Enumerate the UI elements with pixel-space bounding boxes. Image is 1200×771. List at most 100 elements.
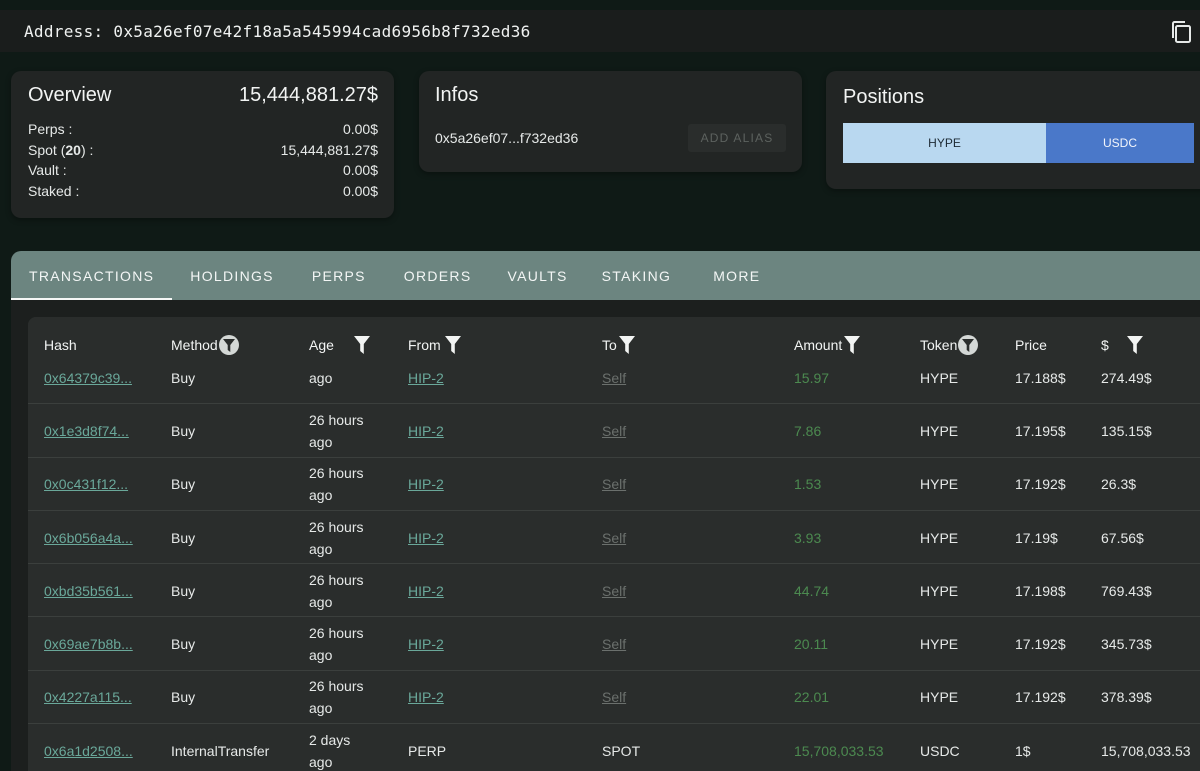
copy-icon[interactable] <box>1170 20 1192 44</box>
hash-link[interactable]: 0x69ae7b8b... <box>44 618 133 671</box>
age-cell: 26 hours ago <box>309 511 363 564</box>
table-row: 0x0c431f12... Buy 26 hours ago HIP-2 Self 1.53… <box>28 458 1200 511</box>
age-value: 26 hours <box>309 625 364 642</box>
tab-more[interactable]: MORE <box>693 251 780 300</box>
column-amount: Amount <box>794 317 861 373</box>
table-header: Hash Method Age From To Amount Token Pri… <box>28 317 1200 373</box>
hash-link[interactable]: 0x0c431f12... <box>44 458 128 511</box>
method-cell: Buy <box>171 529 196 546</box>
method-cell: Buy <box>171 636 196 653</box>
usd-cell: 135.15$ <box>1101 422 1152 439</box>
to-value[interactable]: Self <box>602 689 626 705</box>
to-value[interactable]: Self <box>602 476 626 492</box>
age-suffix: ago <box>309 487 333 504</box>
to-value[interactable]: Self <box>602 423 626 439</box>
hash-link[interactable]: 0xbd35b561... <box>44 564 133 617</box>
amount-cell: 3.93 <box>794 529 822 546</box>
tab-bar: TRANSACTIONS HOLDINGS PERPS ORDERS VAULT… <box>11 251 1200 300</box>
overview-row-perps: Perps : 0.00$ <box>28 119 378 140</box>
age-value: 26 hours <box>309 678 364 695</box>
usd-cell: 345.73$ <box>1101 636 1152 653</box>
column-from: From <box>408 317 461 373</box>
hash-link[interactable]: 0x1e3d8f74... <box>44 404 129 457</box>
age-suffix: ago <box>309 700 333 717</box>
from-filter-icon[interactable] <box>444 336 461 354</box>
price-cell: 17.19$ <box>1015 529 1058 546</box>
price-cell: 17.192$ <box>1015 689 1066 706</box>
to-cell: Self <box>602 671 626 724</box>
age-cell: 2 days ago <box>309 724 350 771</box>
table-row: 0x6a1d2508... InternalTransfer 2 days ago PE… <box>28 724 1200 771</box>
to-value[interactable]: Self <box>602 583 626 599</box>
from-value[interactable]: HIP-2 <box>408 476 444 492</box>
from-value[interactable]: HIP-2 <box>408 583 444 599</box>
to-cell: Self <box>602 618 626 671</box>
overview-value: 0.00$ <box>342 182 378 199</box>
table-row: 0x6b056a4a... Buy 26 hours ago HIP-2 Self 3.93… <box>28 511 1200 565</box>
price-cell: 17.198$ <box>1015 582 1066 599</box>
from-value: PERP <box>408 742 447 759</box>
from-cell: HIP-2 <box>408 618 444 671</box>
table-row: 0x4227a115... Buy 26 hours ago HIP-2 Self 22.0… <box>28 671 1200 725</box>
from-value[interactable]: HIP-2 <box>408 530 444 546</box>
to-filter-icon[interactable] <box>618 336 635 354</box>
address-text: Address: 0x5a26ef07e42f18a5a545994cad695… <box>24 21 531 41</box>
from-value[interactable]: HIP-2 <box>408 423 444 439</box>
to-cell: Self <box>602 404 626 457</box>
tab-staking[interactable]: STAKING <box>586 251 694 300</box>
column-age: Age <box>309 317 370 373</box>
price-cell: 1$ <box>1015 742 1031 759</box>
usd-filter-icon[interactable] <box>1126 336 1143 354</box>
token-cell: HYPE <box>920 582 959 599</box>
hash-link[interactable]: 0x4227a115... <box>44 671 132 724</box>
column-token: Token <box>920 317 979 373</box>
age-cell: 26 hours ago <box>309 671 363 724</box>
amount-filter-icon[interactable] <box>844 336 861 354</box>
usd-cell: 67.56$ <box>1101 529 1144 546</box>
overview-row-spot: Spot (20) : 15,444,881.27$ <box>28 140 378 161</box>
age-filter-icon[interactable] <box>353 336 370 354</box>
overview-card: Overview 15,444,881.27$ Perps : 0.00$ Sp… <box>11 71 394 218</box>
tab-orders[interactable]: ORDERS <box>386 251 490 300</box>
from-cell: HIP-2 <box>408 458 444 511</box>
overview-value: 0.00$ <box>342 162 378 178</box>
hash-link[interactable]: 0x6a1d2508... <box>44 724 133 771</box>
age-value: 26 hours <box>309 465 364 482</box>
column-to: To <box>602 317 635 373</box>
tab-transactions[interactable]: TRANSACTIONS <box>11 251 173 300</box>
position-segment-usdc[interactable]: USDC <box>1046 123 1194 163</box>
token-cell: HYPE <box>920 476 959 493</box>
tab-vaults[interactable]: VAULTS <box>489 251 585 300</box>
method-cell: InternalTransfer <box>171 742 270 759</box>
method-filter-icon[interactable] <box>218 335 239 355</box>
tab-perps[interactable]: PERPS <box>292 251 386 300</box>
amount-cell: 1.53 <box>794 476 822 493</box>
method-cell: Buy <box>171 689 196 706</box>
hash-link[interactable]: 0x6b056a4a... <box>44 511 133 564</box>
overview-label: Staked : <box>28 182 80 199</box>
age-value: 2 days <box>309 731 351 748</box>
from-cell: PERP <box>408 724 446 771</box>
token-filter-icon[interactable] <box>958 335 979 355</box>
activity-panel: TRANSACTIONS HOLDINGS PERPS ORDERS VAULT… <box>11 251 1200 771</box>
overview-label: Vault : <box>28 162 67 178</box>
overview-value: 15,444,881.27$ <box>280 141 378 158</box>
to-value[interactable]: Self <box>602 636 626 652</box>
method-cell: Buy <box>171 476 196 493</box>
age-cell: 26 hours ago <box>309 458 363 511</box>
token-cell: HYPE <box>920 689 959 706</box>
age-cell: 26 hours ago <box>309 564 363 617</box>
tab-holdings[interactable]: HOLDINGS <box>172 251 292 300</box>
usd-cell: 378.39$ <box>1101 689 1152 706</box>
column-price: Price <box>1015 337 1047 353</box>
age-suffix: ago <box>309 753 333 770</box>
add-alias-button[interactable]: ADD ALIAS <box>688 124 786 152</box>
to-value[interactable]: Self <box>602 530 626 546</box>
infos-card: Infos 0x5a26ef07...f732ed36 ADD ALIAS <box>419 71 802 172</box>
position-segment-hype[interactable]: HYPE <box>843 123 1046 163</box>
from-value[interactable]: HIP-2 <box>408 636 444 652</box>
from-value[interactable]: HIP-2 <box>408 689 444 705</box>
age-value: 26 hours <box>309 518 364 535</box>
positions-title: Positions <box>843 86 925 108</box>
age-suffix: ago <box>309 433 333 450</box>
